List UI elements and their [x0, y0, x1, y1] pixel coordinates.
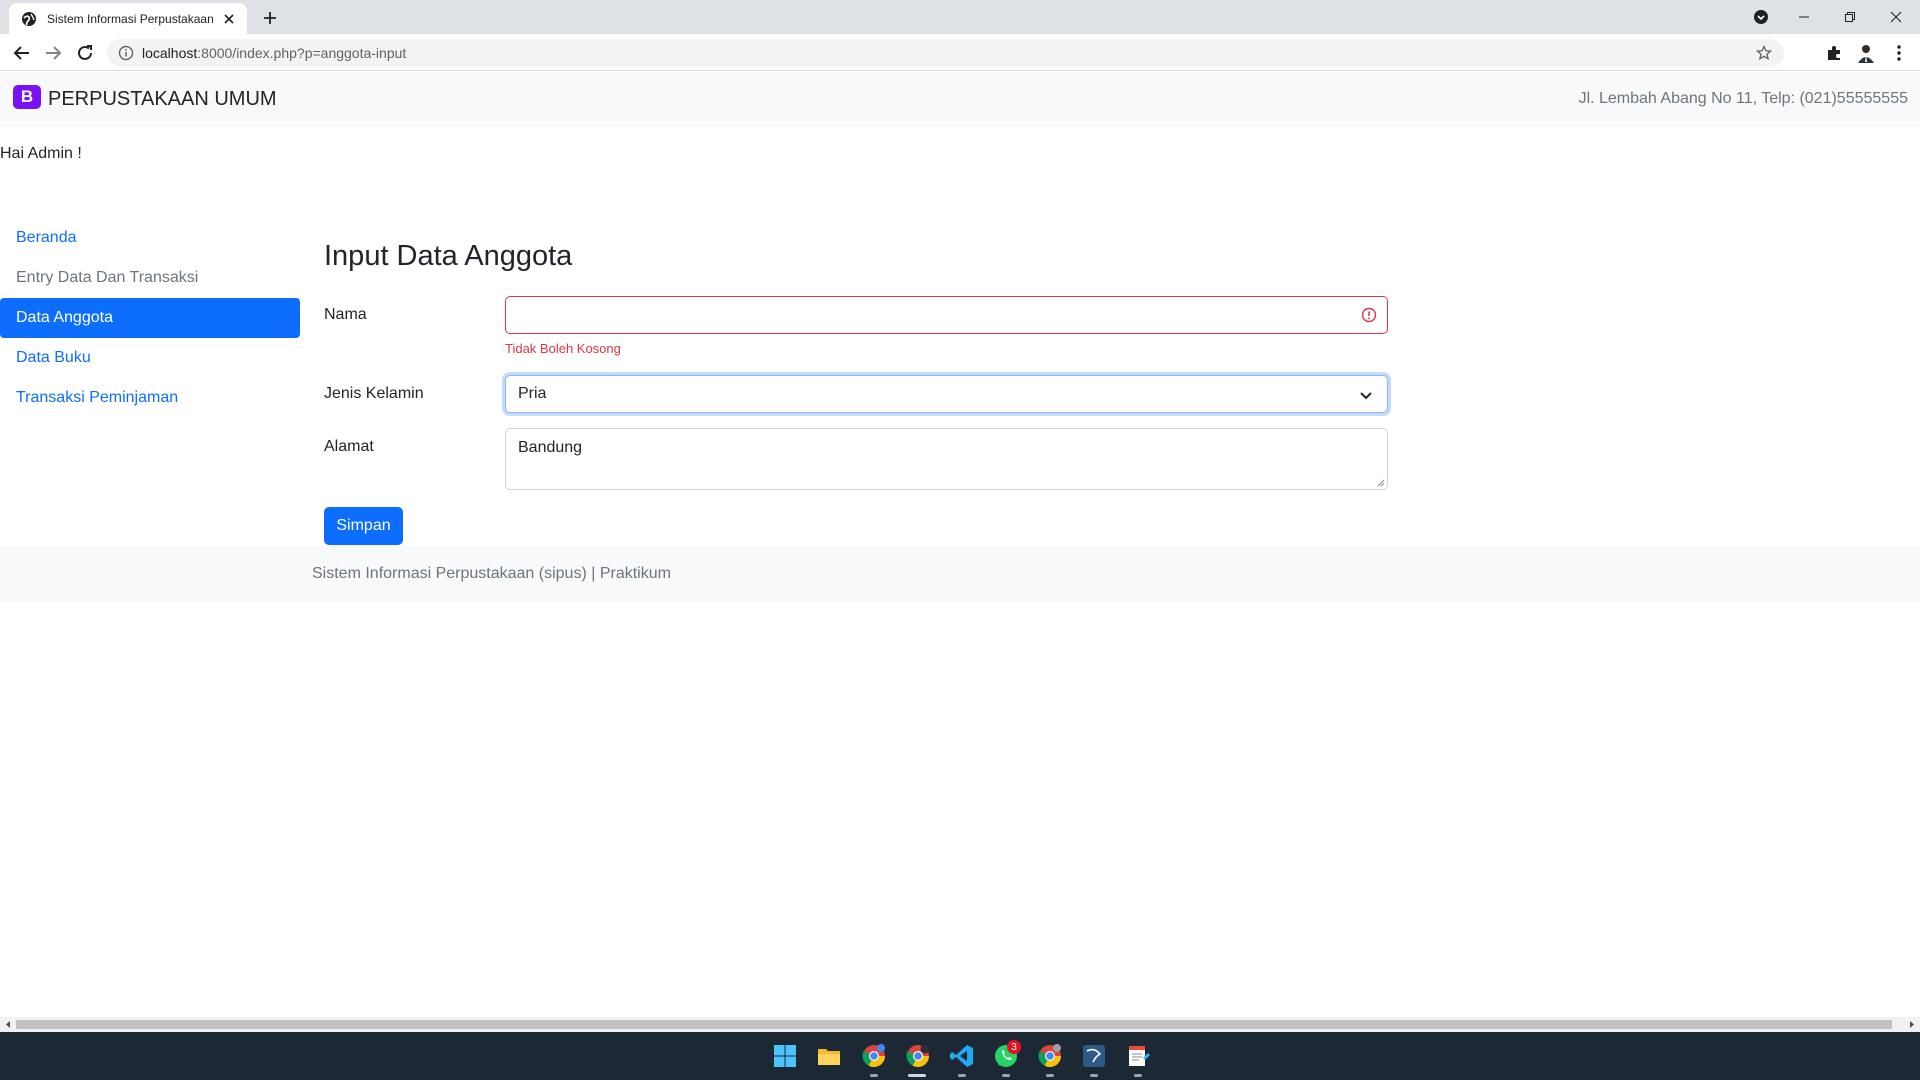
close-window-button[interactable] [1873, 0, 1919, 34]
restore-button[interactable] [1827, 0, 1873, 34]
resize-grip-icon[interactable] [1377, 479, 1385, 487]
back-arrow-icon[interactable] [11, 42, 33, 64]
error-exclamation-icon [1361, 307, 1377, 323]
extensions-puzzle-icon[interactable] [1823, 42, 1845, 64]
restore-icon [1845, 12, 1855, 22]
url-text: localhost:8000/index.php?p=anggota-input [142, 45, 406, 61]
jenis-kelamin-select[interactable]: Pria [505, 375, 1388, 413]
new-tab-icon[interactable] [260, 8, 280, 28]
brand-name[interactable]: PERPUSTAKAAN UMUM [48, 88, 277, 111]
scroll-right-arrow-icon[interactable] [1907, 1020, 1917, 1029]
simpan-button[interactable]: Simpan [324, 507, 403, 545]
info-icon[interactable] [118, 45, 134, 61]
minimize-icon [1799, 16, 1809, 18]
address-bar[interactable]: localhost:8000/index.php?p=anggota-input [107, 39, 1784, 67]
alamat-value: Bandung [518, 439, 583, 456]
menu-kebab-icon[interactable] [1888, 42, 1910, 64]
sidebar-item-transaksi-peminjaman[interactable]: Transaksi Peminjaman [0, 378, 300, 418]
taskbar-running-indicator [1090, 1074, 1098, 1077]
windows-start-icon[interactable] [771, 1042, 799, 1070]
chrome-profile-icon[interactable] [904, 1042, 932, 1070]
scroll-left-arrow-icon[interactable] [3, 1020, 13, 1029]
chrome-canary-icon[interactable] [1036, 1042, 1064, 1070]
windows-taskbar: 3 [0, 1032, 1920, 1080]
taskbar-running-indicator [870, 1074, 878, 1077]
taskbar-active-indicator [908, 1074, 926, 1077]
forward-arrow-icon[interactable] [42, 42, 64, 64]
jenis-kelamin-value: Pria [518, 385, 547, 402]
file-explorer-icon[interactable] [815, 1042, 843, 1070]
bookmark-star-icon[interactable] [1756, 45, 1772, 61]
browser-tab[interactable]: Sistem Informasi Perpustakaan [9, 3, 247, 34]
sidebar-item-beranda[interactable]: Beranda [0, 218, 300, 258]
sql-workbench-icon[interactable] [1080, 1042, 1108, 1070]
alamat-label: Alamat [324, 438, 374, 455]
taskbar-running-indicator [1002, 1074, 1010, 1077]
horizontal-scrollbar[interactable] [0, 1017, 1920, 1032]
page-content: B PERPUSTAKAAN UMUM Jl. Lembah Abang No … [0, 72, 1920, 1032]
taskbar-running-indicator [1134, 1074, 1142, 1077]
nama-input[interactable] [505, 296, 1388, 334]
notepad-icon[interactable] [1124, 1042, 1152, 1070]
chevron-down-circle-icon [1754, 10, 1768, 24]
whatsapp-notification-badge: 3 [1007, 1040, 1021, 1054]
library-address: Jl. Lembah Abang No 11, Telp: (021)55555… [1578, 90, 1908, 107]
browser-toolbar: localhost:8000/index.php?p=anggota-input [0, 34, 1920, 71]
reload-icon[interactable] [74, 42, 96, 64]
url-path: :8000/index.php?p=anggota-input [197, 45, 407, 61]
close-tab-icon[interactable] [221, 11, 237, 27]
chrome-icon[interactable] [860, 1042, 888, 1070]
sidebar-item-data-buku[interactable]: Data Buku [0, 338, 300, 378]
globe-icon [22, 11, 36, 26]
nama-label: Nama [324, 306, 367, 323]
sidebar-item-data-anggota[interactable]: Data Anggota [0, 298, 300, 338]
scrollbar-thumb[interactable] [16, 1020, 1892, 1029]
url-host: localhost [142, 45, 198, 61]
sidebar-item-entry-data[interactable]: Entry Data Dan Transaksi [0, 258, 300, 298]
top-navbar: B PERPUSTAKAAN UMUM Jl. Lembah Abang No … [0, 72, 1920, 127]
taskbar-running-indicator [1046, 1074, 1054, 1077]
chevron-down-icon [1360, 392, 1372, 400]
nama-error-message: Tidak Boleh Kosong [505, 341, 621, 356]
footer-text: Sistem Informasi Perpustakaan (sipus) | … [312, 565, 671, 582]
greeting-text: Hai Admin ! [0, 145, 82, 162]
vscode-icon[interactable] [948, 1042, 976, 1070]
page-title: Input Data Anggota [324, 240, 573, 272]
jenis-kelamin-label: Jenis Kelamin [324, 385, 424, 402]
taskbar-running-indicator [958, 1074, 966, 1077]
profile-avatar-icon[interactable] [1855, 42, 1877, 64]
close-icon [1890, 11, 1902, 23]
alamat-textarea[interactable]: Bandung [505, 428, 1388, 490]
minimize-button[interactable] [1781, 0, 1827, 34]
tab-search-button[interactable] [1738, 0, 1784, 34]
tab-title: Sistem Informasi Perpustakaan [47, 11, 214, 26]
bootstrap-logo-icon[interactable]: B [13, 85, 41, 109]
footer: Sistem Informasi Perpustakaan (sipus) | … [0, 546, 1920, 602]
sidebar-nav: Beranda Entry Data Dan Transaksi Data An… [0, 218, 300, 418]
browser-tabstrip: Sistem Informasi Perpustakaan [0, 0, 1920, 34]
